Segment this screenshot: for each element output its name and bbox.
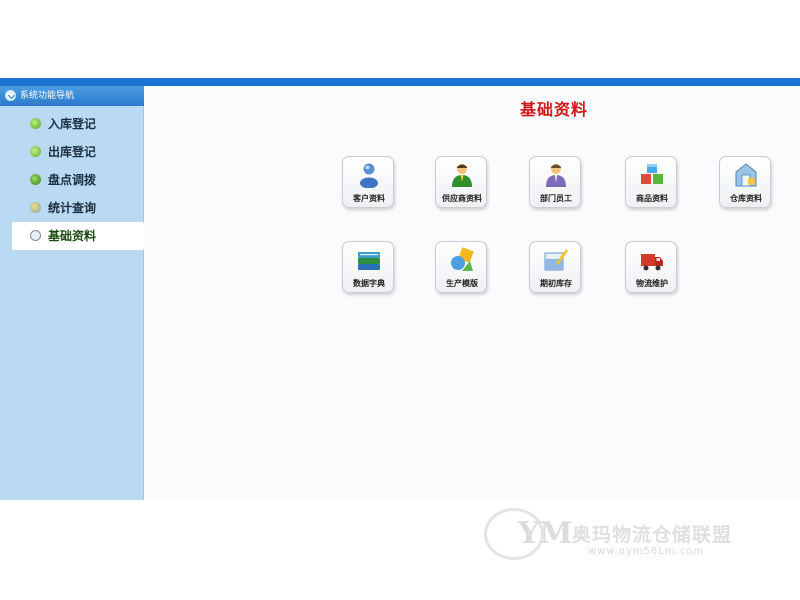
sidebar-item-label: 盘点调拨: [48, 173, 97, 187]
tile-label: 数据字典: [353, 279, 385, 288]
tile-template[interactable]: 生产模版: [435, 241, 487, 293]
tile-label: 生产模版: [446, 279, 478, 288]
dictionary-books-icon: [358, 252, 380, 270]
watermark: YM 奥玛物流仓储联盟 www.oym56Lm.com: [484, 508, 784, 564]
outbound-icon: [30, 146, 41, 157]
inbound-icon: [30, 118, 41, 129]
tile-warehouse[interactable]: 仓库资料: [719, 156, 771, 208]
tile-label: 期初库存: [540, 279, 572, 288]
sidebar-item-base-data[interactable]: 基础资料: [12, 222, 144, 250]
tile-product[interactable]: 商品资料: [625, 156, 677, 208]
sidebar-item-inbound[interactable]: 入库登记: [12, 110, 144, 138]
statistics-icon: [30, 202, 41, 213]
tile-supplier[interactable]: 供应商资料: [435, 156, 487, 208]
template-shapes-icon: [451, 247, 474, 271]
sidebar-item-label: 统计查询: [48, 201, 97, 215]
supplier-icon: [452, 164, 472, 187]
watermark-logo-text: YM: [518, 516, 573, 551]
employee-icon: [546, 164, 566, 187]
opening-stock-icon: [544, 249, 568, 271]
sidebar: 系统功能导航 入库登记 出库登记 盘点调拨 统计查询 基础资料: [0, 86, 144, 500]
product-cubes-icon: [641, 164, 663, 184]
truck-icon: [641, 254, 663, 271]
sidebar-item-label: 基础资料: [48, 229, 97, 243]
page: 系统功能导航 入库登记 出库登记 盘点调拨 统计查询 基础资料 基础资料 客户资…: [0, 0, 800, 600]
tile-label: 商品资料: [636, 194, 668, 203]
sidebar-item-outbound[interactable]: 出库登记: [12, 138, 144, 166]
sidebar-item-label: 入库登记: [48, 117, 97, 131]
sidebar-item-stocktake[interactable]: 盘点调拨: [12, 166, 144, 194]
sidebar-item-statistics[interactable]: 统计查询: [12, 194, 144, 222]
tile-logistics[interactable]: 物流维护: [625, 241, 677, 293]
stocktake-icon: [30, 174, 41, 185]
tile-dictionary[interactable]: 数据字典: [342, 241, 394, 293]
collapse-icon[interactable]: [5, 90, 16, 101]
tile-label: 供应商资料: [442, 194, 482, 203]
tile-label: 物流维护: [636, 279, 668, 288]
top-bar: [0, 78, 800, 86]
tile-customer[interactable]: 客户资料: [342, 156, 394, 208]
tile-employee[interactable]: 部门员工: [529, 156, 581, 208]
sidebar-header[interactable]: 系统功能导航: [0, 86, 144, 106]
tile-label: 仓库资料: [730, 194, 762, 203]
page-title: 基础资料: [519, 100, 588, 119]
tile-label: 部门员工: [540, 194, 572, 203]
sidebar-header-label: 系统功能导航: [20, 91, 75, 101]
app-window: 系统功能导航 入库登记 出库登记 盘点调拨 统计查询 基础资料 基础资料 客户资…: [0, 86, 800, 500]
sidebar-nav: 入库登记 出库登记 盘点调拨 统计查询 基础资料: [12, 110, 144, 250]
sidebar-item-label: 出库登记: [48, 145, 97, 159]
warehouse-icon: [735, 163, 757, 187]
watermark-text: 奥玛物流仓储联盟: [572, 524, 733, 546]
base-data-icon: [30, 230, 41, 241]
tile-label: 客户资料: [353, 194, 385, 203]
tile-opening-stock[interactable]: 期初库存: [529, 241, 581, 293]
customer-icon: [360, 163, 378, 188]
watermark-url: www.oym56Lm.com: [588, 546, 705, 557]
